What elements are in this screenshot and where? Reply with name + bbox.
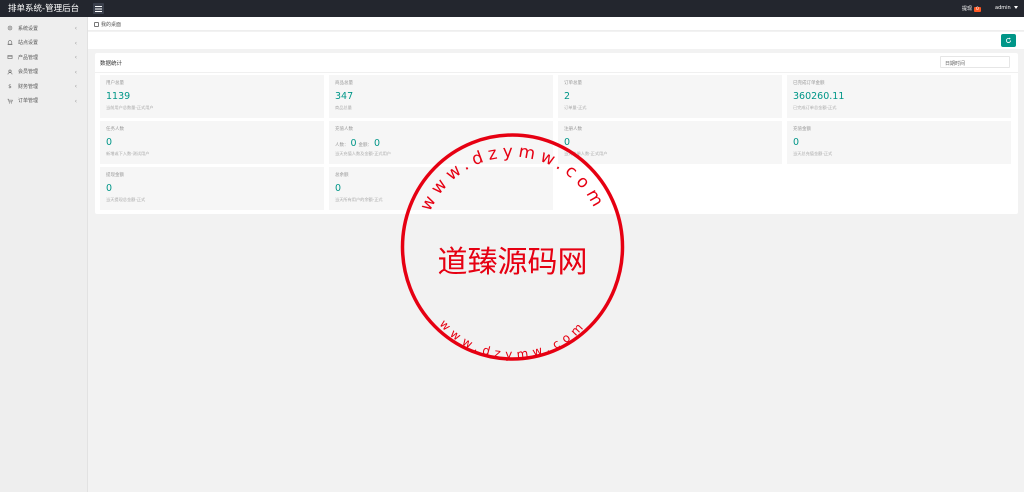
sidebar-item-orders[interactable]: 订单管理 ‹ [0, 94, 87, 109]
sidebar-item-site-settings[interactable]: 站点设置 ‹ [0, 36, 87, 51]
watermark-bottom-arc: www.dzymw.com [437, 317, 590, 362]
sidebar-item-label: 会员管理 [18, 69, 39, 76]
chevron-left-icon: ‹ [74, 39, 77, 47]
stat-label: 订单总量 [564, 81, 582, 86]
stat-label: 充值金额 [793, 127, 811, 132]
stat-label: 提现金额 [106, 173, 124, 178]
stat-value: 360260.11 [793, 91, 845, 102]
stat-card-product-total: 商品总量 347 商品总量 [329, 75, 553, 118]
bell-icon [7, 40, 13, 45]
stat-subtext: 商品总量 [335, 105, 352, 110]
refresh-icon [1005, 37, 1012, 44]
cart-icon [7, 98, 13, 104]
app-title: 排单系统-管理后台 [8, 4, 80, 14]
stat-subtext: 已完成订单总金额-正式 [793, 105, 837, 110]
stat-label: 充值人数 [335, 127, 353, 132]
stat-subtext: 当天所有用户的余额-正式 [335, 197, 383, 202]
watermark-top-arc: www.dzymw.com [416, 142, 609, 215]
stat-mixed-values: 人数： 0 金额： 0 [335, 138, 382, 149]
stat-label: 用户总量 [106, 81, 124, 86]
toolbar [88, 32, 1024, 49]
tab-home-label: 我的桌面 [101, 22, 122, 28]
sidebar-item-members[interactable]: 会员管理 ‹ [0, 65, 87, 80]
gear-icon [7, 26, 13, 31]
sidebar-item-label: 财务管理 [18, 83, 39, 90]
svg-text:$: $ [8, 84, 11, 89]
stat-value: 2 [564, 91, 571, 102]
chevron-left-icon: ‹ [74, 97, 77, 105]
date-time-input[interactable]: 日期时间 [940, 56, 1010, 68]
user-icon [7, 69, 13, 75]
stat-value: 0 [106, 183, 113, 194]
user-menu[interactable]: admin [995, 5, 1018, 11]
stat-label: 总余额 [335, 173, 349, 178]
sidebar-item-label: 系统设置 [18, 25, 39, 32]
withdraw-notice[interactable]: 提现 0 [962, 5, 981, 12]
stat-card-recharge-amount: 充值金额 0 当天总充值金额-正式 [787, 121, 1011, 164]
stat-value: 0 [106, 137, 113, 148]
chevron-left-icon: ‹ [74, 25, 77, 32]
stat-label: 商品总量 [335, 81, 353, 86]
refresh-button[interactable] [1001, 34, 1016, 47]
stat-label: 已完成订单金额 [793, 81, 825, 86]
sidebar-item-system-settings[interactable]: 系统设置 ‹ [0, 21, 87, 36]
box-icon [7, 55, 13, 60]
panel-title: 数据统计 [100, 61, 123, 67]
people-value: 0 [350, 138, 357, 149]
tab-bar: 我的桌面 [88, 17, 1024, 31]
chevron-left-icon: ‹ [74, 68, 77, 76]
stat-subtext: 当天总充值金额-正式 [793, 151, 833, 156]
stat-subtext: 当天提现总金额-正式 [106, 197, 146, 202]
sidebar-item-products[interactable]: 产品管理 ‹ [0, 50, 87, 65]
stat-value: 0 [335, 183, 342, 194]
stat-subtext: 当天充值人数及金额-正式用户 [335, 151, 391, 156]
sidebar-item-label: 订单管理 [18, 98, 39, 105]
tab-home[interactable]: 我的桌面 [94, 21, 121, 28]
caret-down-icon [1013, 6, 1018, 9]
amount-value: 0 [374, 138, 381, 149]
people-label: 人数： [335, 143, 349, 148]
stat-card-withdraw-amount: 提现金额 0 当天提现总金额-正式 [100, 167, 324, 210]
hamburger-icon [95, 5, 102, 12]
withdraw-notice-label: 提现 [962, 6, 973, 12]
chevron-left-icon: ‹ [74, 54, 77, 61]
sidebar: 系统设置 ‹ 站点设置 ‹ 产品管理 ‹ 会员管理 ‹ $ 财务管理 ‹ 订单管… [0, 17, 88, 492]
watermark-stamp: www.dzymw.com 道臻源码网 www.dzymw.com [400, 133, 625, 362]
panel-divider [95, 72, 1018, 73]
stat-value: 347 [335, 91, 354, 102]
sidebar-item-finance[interactable]: $ 财务管理 ‹ [0, 79, 87, 94]
stat-subtext: 当前用户总数量-正式用户 [106, 105, 154, 110]
stat-card-completed-amount: 已完成订单金额 360260.11 已完成订单总金额-正式 [787, 75, 1011, 118]
stat-value: 1139 [106, 91, 131, 102]
stat-label: 任务人数 [106, 127, 124, 132]
menu-toggle-button[interactable] [93, 3, 104, 14]
user-name: admin [995, 5, 1011, 11]
watermark-center-text: 道臻源码网 [438, 245, 588, 280]
sidebar-item-label: 站点设置 [18, 40, 39, 47]
top-header: 排单系统-管理后台 提现 0 admin [0, 0, 1024, 17]
stat-subtext: 新增或下入数-测试用户 [106, 151, 150, 156]
amount-label: 金额： [358, 143, 373, 148]
chevron-left-icon: ‹ [74, 83, 77, 90]
stat-card-user-total: 用户总量 1139 当前用户总数量-正式用户 [100, 75, 324, 118]
dollar-icon: $ [8, 84, 11, 89]
stat-card-order-total: 订单总量 2 订单量-正式 [558, 75, 782, 118]
stat-value: 0 [793, 137, 800, 148]
stat-subtext: 订单量-正式 [564, 105, 587, 110]
stat-card-task-users: 任务人数 0 新增或下入数-测试用户 [100, 121, 324, 164]
withdraw-count-badge: 0 [974, 7, 981, 12]
sidebar-item-label: 产品管理 [18, 54, 39, 61]
home-icon [94, 21, 99, 27]
